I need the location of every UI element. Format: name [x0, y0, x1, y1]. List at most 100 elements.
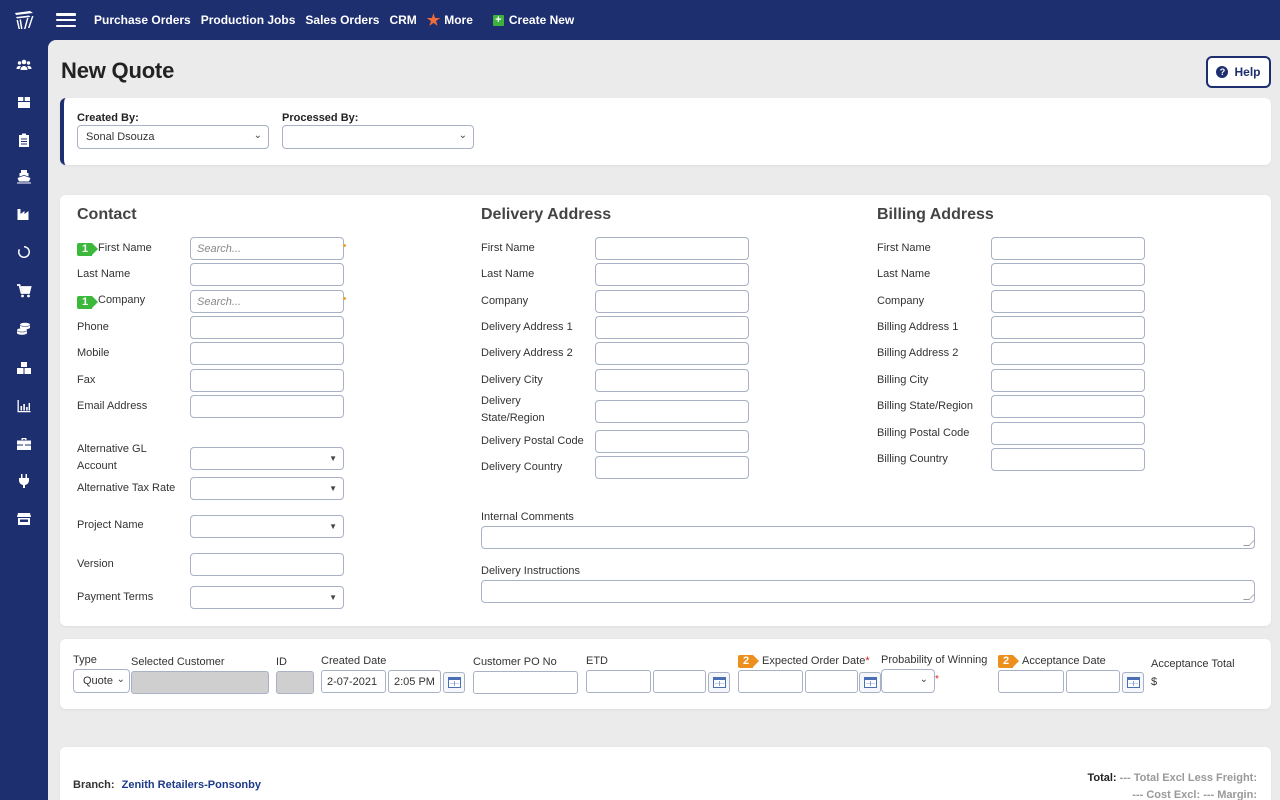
app-logo[interactable] [0, 0, 48, 40]
alt-tax-rate-select[interactable]: ▼ [190, 477, 344, 500]
sidebar-item-quotes[interactable] [0, 128, 48, 152]
delivery-last-name-label: Last Name [481, 268, 535, 280]
acceptance-calendar-button[interactable] [1122, 672, 1144, 693]
delivery-first-name-input[interactable] [595, 237, 749, 260]
step-badge: 2 [998, 655, 1020, 668]
billing-postal-input[interactable] [991, 422, 1145, 445]
clipboard-icon [19, 133, 29, 147]
billing-last-name-label: Last Name [877, 268, 931, 280]
created-by-label: Created By: [77, 112, 139, 124]
project-name-label: Project Name [77, 519, 144, 531]
created-by-select[interactable]: Sonal Dsouza ⌄ [77, 125, 269, 149]
customer-po-input[interactable] [473, 671, 578, 694]
nav-crm[interactable]: CRM [389, 13, 416, 27]
required-dot [343, 297, 346, 300]
created-time-input[interactable]: 2:05 PM [388, 670, 441, 693]
internal-comments-label: Internal Comments [481, 511, 574, 523]
billing-address1-input[interactable] [991, 316, 1145, 339]
delivery-country-input[interactable] [595, 456, 749, 479]
step-badge: 2 [738, 655, 760, 668]
sidebar-item-inventory[interactable] [0, 356, 48, 380]
project-name-select[interactable]: ▼ [190, 515, 344, 538]
sidebar-item-users[interactable] [0, 53, 48, 77]
delivery-instructions-textarea[interactable] [481, 580, 1255, 603]
page-title: New Quote [61, 58, 175, 83]
delivery-city-input[interactable] [595, 369, 749, 392]
nav-create-new[interactable]: + Create New [492, 13, 575, 27]
created-by-value: Sonal Dsouza [86, 131, 155, 143]
payment-terms-select[interactable]: ▼ [190, 586, 344, 609]
sidebar-item-store[interactable] [0, 507, 48, 531]
billing-last-name-input[interactable] [991, 263, 1145, 286]
etd-calendar-button[interactable] [708, 672, 730, 693]
sidebar-item-finance[interactable] [0, 317, 48, 341]
sidebar-item-production[interactable] [0, 202, 48, 226]
version-input[interactable] [190, 553, 344, 576]
expected-order-time-input[interactable] [805, 670, 858, 693]
created-date-label: Created Date [321, 655, 387, 667]
caret-down-icon: ▼ [329, 454, 337, 463]
processed-by-select[interactable]: ⌄ [282, 125, 474, 149]
contact-fax-input[interactable] [190, 369, 344, 392]
contact-first-name-input[interactable]: Search... [190, 237, 344, 260]
billing-first-name-input[interactable] [991, 237, 1145, 260]
delivery-address2-input[interactable] [595, 342, 749, 365]
step-badge: 1 [77, 296, 99, 309]
branch-link[interactable]: Zenith Retailers-Ponsonby [122, 779, 261, 791]
circle-loading-icon [17, 246, 30, 258]
acceptance-date-input[interactable] [998, 670, 1064, 693]
probability-select[interactable]: ⌄ [881, 669, 935, 693]
billing-address2-input[interactable] [991, 342, 1145, 365]
sidebar-item-cart[interactable] [0, 279, 48, 303]
expected-order-date-input[interactable] [738, 670, 803, 693]
resize-grip-icon[interactable] [1243, 594, 1255, 600]
nav-sales-orders[interactable]: Sales Orders [305, 13, 379, 27]
created-date-input[interactable]: 2-07-2021 [321, 670, 386, 693]
sidebar-item-products[interactable] [0, 90, 48, 114]
delivery-address1-input[interactable] [595, 316, 749, 339]
contact-company-input[interactable]: Search... [190, 290, 344, 313]
resize-grip-icon[interactable] [1243, 540, 1255, 546]
delivery-postal-input[interactable] [595, 430, 749, 453]
help-button[interactable]: ? Help [1206, 56, 1271, 88]
billing-company-input[interactable] [991, 290, 1145, 313]
help-label: Help [1234, 65, 1261, 79]
total-excl-less-freight-label: Total Excl Less Freight: [1133, 772, 1257, 784]
internal-comments-textarea[interactable] [481, 526, 1255, 549]
contact-email-input[interactable] [190, 395, 344, 418]
contact-last-name-input[interactable] [190, 263, 344, 286]
billing-first-name-label: First Name [877, 242, 931, 254]
etd-date-input[interactable] [586, 670, 651, 693]
nav-create-new-label: Create New [508, 13, 575, 27]
acceptance-time-input[interactable] [1066, 670, 1120, 693]
nav-more[interactable]: ★ More [427, 13, 473, 28]
created-date-calendar-button[interactable] [443, 672, 465, 693]
expected-order-calendar-button[interactable] [859, 672, 881, 693]
sidebar-item-jobs[interactable] [0, 432, 48, 456]
chevron-down-icon: ⌄ [253, 130, 262, 141]
delivery-state-input[interactable] [595, 400, 749, 423]
sidebar-item-reports[interactable] [0, 394, 48, 418]
billing-city-input[interactable] [991, 369, 1145, 392]
sidebar-item-shipping[interactable] [0, 164, 48, 188]
type-select[interactable]: Quote ⌄ [73, 669, 130, 693]
hamburger-menu-icon[interactable] [56, 13, 76, 27]
margin-label: Margin: [1217, 789, 1257, 800]
nav-production-jobs[interactable]: Production Jobs [201, 13, 296, 27]
sidebar-item-integrations[interactable] [0, 469, 48, 493]
billing-country-input[interactable] [991, 448, 1145, 471]
contact-mobile-input[interactable] [190, 342, 344, 365]
contact-phone-input[interactable] [190, 316, 344, 339]
delivery-last-name-input[interactable] [595, 263, 749, 286]
type-value: Quote [83, 675, 113, 687]
etd-time-input[interactable] [653, 670, 706, 693]
version-label: Version [77, 558, 114, 570]
nav-purchase-orders[interactable]: Purchase Orders [94, 13, 191, 27]
delivery-state-label: Delivery State/Region [481, 395, 545, 424]
billing-state-input[interactable] [991, 395, 1145, 418]
delivery-company-input[interactable] [595, 290, 749, 313]
sidebar-item-processing[interactable] [0, 240, 48, 264]
chevron-down-icon: ⌄ [116, 674, 125, 685]
cart-icon [17, 284, 32, 298]
alt-gl-account-select[interactable]: ▼ [190, 447, 344, 470]
